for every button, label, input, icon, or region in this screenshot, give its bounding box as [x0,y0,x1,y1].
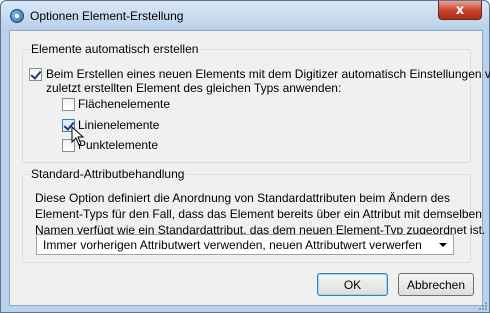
area-elements-label: Flächenelemente [78,97,171,111]
window-title: Optionen Element-Erstellung [30,9,184,23]
title-bar[interactable]: Optionen Element-Erstellung x [1,1,489,30]
cancel-button[interactable]: Abbrechen [398,273,474,296]
point-elements-label: Punktelemente [78,138,159,152]
resize-grip-icon[interactable] [477,300,487,310]
dropdown-selected-value: Immer vorherigen Attributwert verwenden,… [43,238,422,252]
dialog-body: Elemente automatisch erstellen Beim Erst… [9,30,490,306]
area-elements-checkbox[interactable] [62,98,75,111]
cancel-button-label: Abbrechen [406,277,466,292]
auto-apply-label-line2: zuletzt erstellten Element des gleichen … [46,81,342,95]
close-icon: x [455,2,465,18]
ok-button[interactable]: OK [317,273,388,296]
dialog-window: Optionen Element-Erstellung x Elemente a… [0,0,490,313]
close-button[interactable]: x [438,1,482,20]
attribute-handling-legend: Standard-Attributbehandlung [29,167,187,181]
auto-apply-label-line1: Beim Erstellen eines neuen Elements mit … [46,67,490,81]
auto-create-legend: Elemente automatisch erstellen [29,42,201,56]
attribute-handling-dropdown[interactable]: Immer vorherigen Attributwert verwenden,… [36,234,454,255]
ok-button-label: OK [343,277,362,292]
description-line1: Diese Option definiert die Anordnung von… [35,191,450,205]
mouse-pointer-icon [71,126,85,146]
chevron-down-icon[interactable] [439,243,447,247]
auto-apply-checkbox[interactable] [29,68,42,81]
line-elements-label: Linienelemente [78,118,160,132]
description-line2: Element-Typs für den Fall, dass das Elem… [35,207,482,221]
globe-icon [10,9,24,23]
